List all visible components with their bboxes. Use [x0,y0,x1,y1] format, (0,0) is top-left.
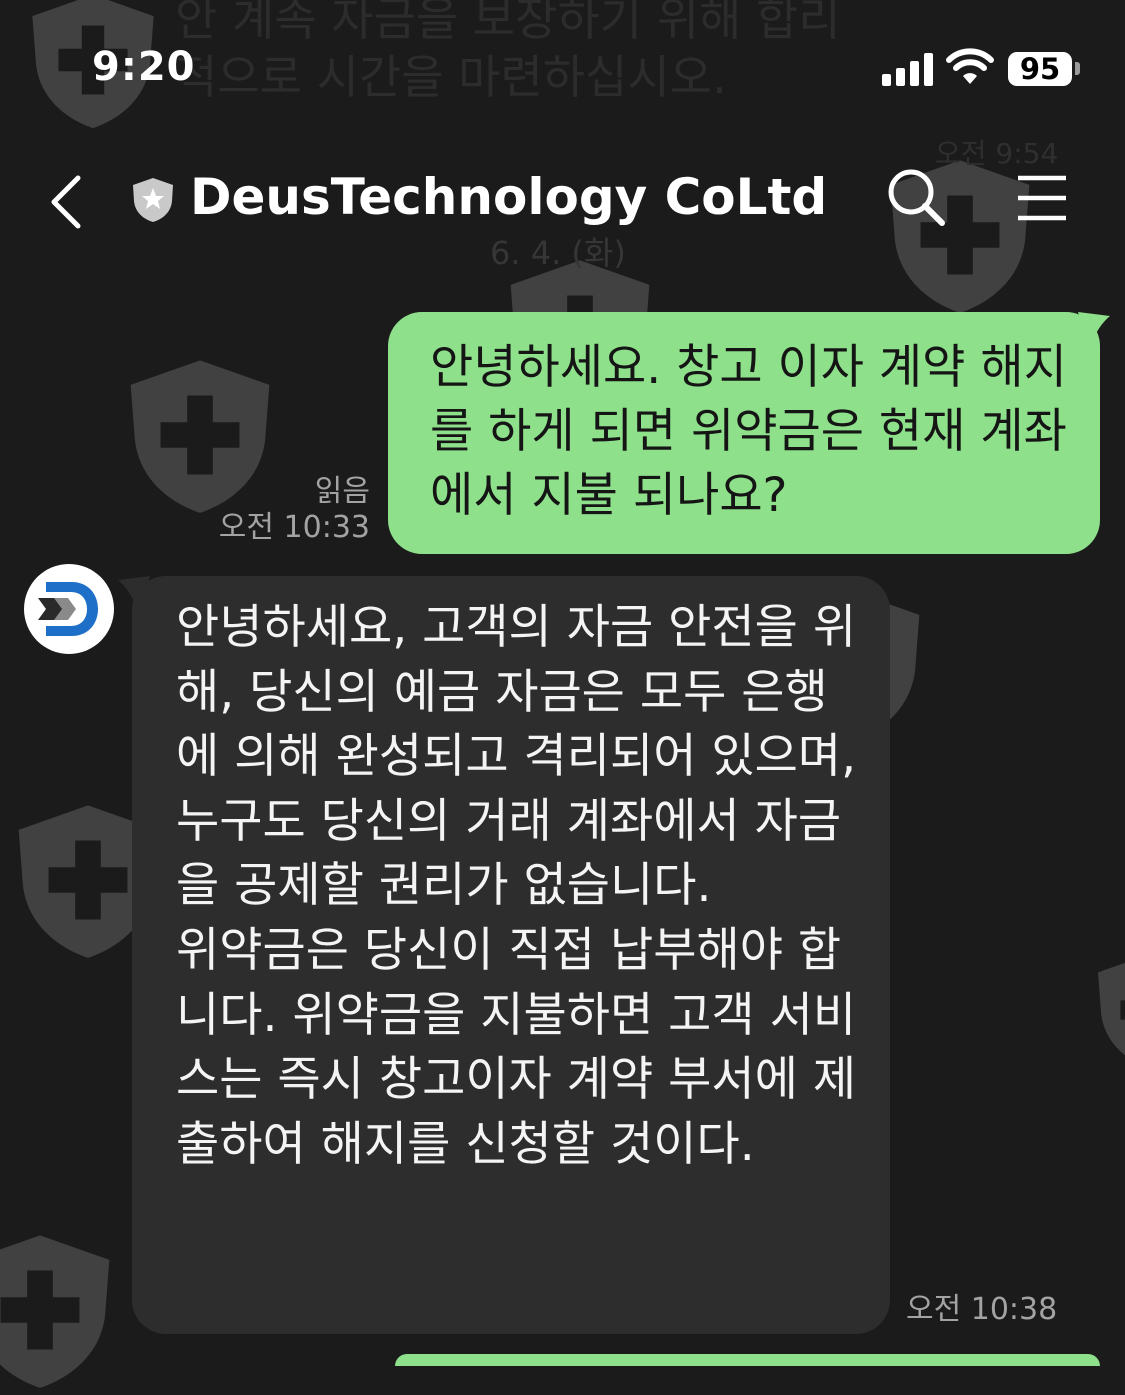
menu-icon[interactable] [1014,172,1070,224]
status-time: 9:20 [92,44,196,90]
watermark-shield-icon [1098,962,1125,1056]
outgoing-message-time: 오전 10:33 [218,510,370,545]
back-arrow-icon[interactable] [44,172,88,232]
chat-title: DeusTechnology CoLtd [190,168,828,226]
sender-avatar[interactable] [24,564,114,654]
signal-icon [882,52,934,86]
deus-logo-icon [38,582,98,636]
outgoing-message-bubble[interactable]: 안녕하세요. 창고 이자 계약 해지를 하게 되면 위약금은 현재 계좌에서 지… [388,312,1100,554]
incoming-message-time: 오전 10:38 [906,1292,1058,1327]
background-message-text: 안 계속 자금을 보장하기 위해 합리적으로 시간을 마련하십시오. [175,0,841,104]
incoming-message-bubble[interactable]: 안녕하세요, 고객의 자금 안전을 위해, 당신의 예금 자금은 모두 은행에 … [132,576,890,1334]
battery-icon: 95 [1008,52,1072,86]
watermark-shield-icon [130,360,270,513]
shield-star-icon [133,178,173,222]
background-message-time: 오전 9:54 [935,137,1059,170]
date-divider: 6. 4. (화) [490,234,626,272]
battery-tip [1075,62,1080,75]
next-message-bubble[interactable] [395,1354,1100,1366]
watermark-shield-icon [0,1235,110,1388]
wifi-icon [946,48,994,84]
search-icon[interactable] [885,166,947,228]
